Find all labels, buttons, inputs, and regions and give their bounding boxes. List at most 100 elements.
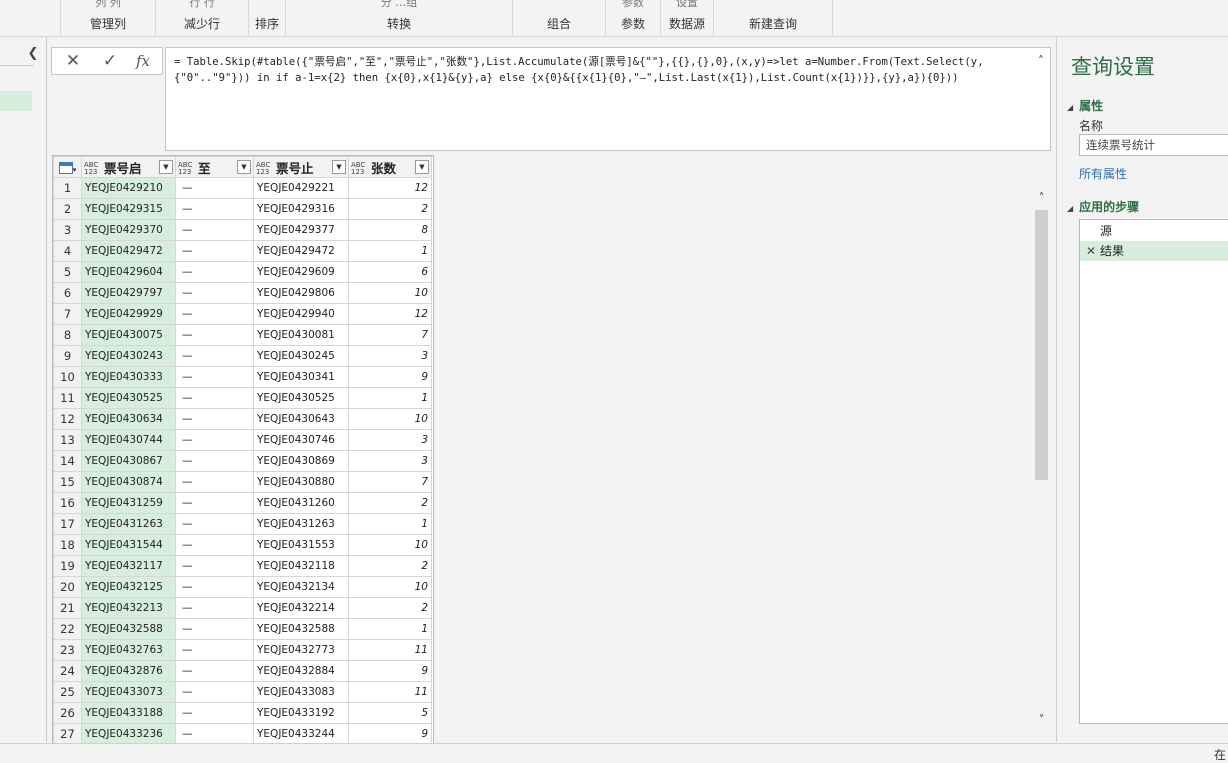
- table-row[interactable]: 23YEQJE0432763—YEQJE043277311: [54, 640, 432, 661]
- cell-ticket-end[interactable]: YEQJE0430525: [254, 388, 349, 409]
- cell-ticket-end[interactable]: YEQJE0432588: [254, 619, 349, 640]
- cell-ticket-end[interactable]: YEQJE0430880: [254, 472, 349, 493]
- cell-ticket-start[interactable]: YEQJE0430634: [82, 409, 176, 430]
- row-number[interactable]: 18: [54, 535, 82, 556]
- formula-bar[interactable]: = Table.Skip(#table({"票号启","至","票号止","张数…: [165, 47, 1051, 151]
- cell-ticket-end[interactable]: YEQJE0430746: [254, 430, 349, 451]
- cell-to[interactable]: —: [176, 430, 254, 451]
- row-number[interactable]: 8: [54, 325, 82, 346]
- cell-ticket-end[interactable]: YEQJE0432134: [254, 577, 349, 598]
- row-number[interactable]: 1: [54, 178, 82, 199]
- row-number[interactable]: 14: [54, 451, 82, 472]
- cell-ticket-end[interactable]: YEQJE0432773: [254, 640, 349, 661]
- cell-to[interactable]: —: [176, 409, 254, 430]
- table-row[interactable]: 5YEQJE0429604—YEQJE04296096: [54, 262, 432, 283]
- column-header[interactable]: ABC123张数▼: [349, 157, 432, 178]
- cell-count[interactable]: 1: [349, 619, 432, 640]
- table-row[interactable]: 8YEQJE0430075—YEQJE04300817: [54, 325, 432, 346]
- cell-to[interactable]: —: [176, 661, 254, 682]
- properties-section-header[interactable]: ◢属性: [1067, 97, 1103, 114]
- cell-ticket-start[interactable]: YEQJE0432763: [82, 640, 176, 661]
- row-number[interactable]: 11: [54, 388, 82, 409]
- cell-to[interactable]: —: [176, 535, 254, 556]
- cell-ticket-end[interactable]: YEQJE0429472: [254, 241, 349, 262]
- cell-count[interactable]: 11: [349, 682, 432, 703]
- cell-ticket-start[interactable]: YEQJE0430867: [82, 451, 176, 472]
- row-number[interactable]: 13: [54, 430, 82, 451]
- cell-count[interactable]: 1: [349, 388, 432, 409]
- cell-ticket-start[interactable]: YEQJE0430525: [82, 388, 176, 409]
- cell-to[interactable]: —: [176, 724, 254, 745]
- row-number[interactable]: 5: [54, 262, 82, 283]
- cell-to[interactable]: —: [176, 346, 254, 367]
- cell-ticket-end[interactable]: YEQJE0429806: [254, 283, 349, 304]
- step-item-selected[interactable]: ✕ 结果: [1080, 241, 1228, 261]
- filter-dropdown-icon[interactable]: ▼: [415, 160, 429, 174]
- cell-ticket-start[interactable]: YEQJE0429370: [82, 220, 176, 241]
- cell-count[interactable]: 11: [349, 640, 432, 661]
- cell-to[interactable]: —: [176, 577, 254, 598]
- cell-count[interactable]: 10: [349, 535, 432, 556]
- cell-ticket-end[interactable]: YEQJE0431553: [254, 535, 349, 556]
- cell-ticket-start[interactable]: YEQJE0433073: [82, 682, 176, 703]
- scrollbar-thumb[interactable]: [1035, 210, 1048, 480]
- row-number[interactable]: 3: [54, 220, 82, 241]
- chevron-up-icon[interactable]: ˄: [1033, 190, 1050, 206]
- table-row[interactable]: 25YEQJE0433073—YEQJE043308311: [54, 682, 432, 703]
- table-row[interactable]: 3YEQJE0429370—YEQJE04293778: [54, 220, 432, 241]
- applied-steps-header[interactable]: ◢应用的步骤: [1067, 198, 1139, 215]
- cell-ticket-end[interactable]: YEQJE0429940: [254, 304, 349, 325]
- cell-count[interactable]: 9: [349, 661, 432, 682]
- table-row[interactable]: 16YEQJE0431259—YEQJE04312602: [54, 493, 432, 514]
- table-row[interactable]: 4YEQJE0429472—YEQJE04294721: [54, 241, 432, 262]
- cell-ticket-start[interactable]: YEQJE0430333: [82, 367, 176, 388]
- table-row[interactable]: 18YEQJE0431544—YEQJE043155310: [54, 535, 432, 556]
- filter-dropdown-icon[interactable]: ▼: [332, 160, 346, 174]
- row-number[interactable]: 26: [54, 703, 82, 724]
- row-number[interactable]: 4: [54, 241, 82, 262]
- cell-ticket-end[interactable]: YEQJE0431263: [254, 514, 349, 535]
- ribbon-group-manage-columns[interactable]: 列 列 管理列: [61, 0, 156, 36]
- table-row[interactable]: 7YEQJE0429929—YEQJE042994012: [54, 304, 432, 325]
- cell-count[interactable]: 1: [349, 514, 432, 535]
- cell-ticket-start[interactable]: YEQJE0430243: [82, 346, 176, 367]
- cell-ticket-end[interactable]: YEQJE0431260: [254, 493, 349, 514]
- cell-to[interactable]: —: [176, 514, 254, 535]
- ribbon-group-sort[interactable]: 排序: [249, 0, 286, 36]
- table-row[interactable]: 12YEQJE0430634—YEQJE043064310: [54, 409, 432, 430]
- table-row[interactable]: 21YEQJE0432213—YEQJE04322142: [54, 598, 432, 619]
- cancel-icon[interactable]: ✕: [58, 50, 88, 72]
- row-number[interactable]: 15: [54, 472, 82, 493]
- row-number[interactable]: 20: [54, 577, 82, 598]
- cell-ticket-start[interactable]: YEQJE0431263: [82, 514, 176, 535]
- cell-count[interactable]: 12: [349, 178, 432, 199]
- cell-count[interactable]: 3: [349, 451, 432, 472]
- column-header[interactable]: ABC123票号止▼: [254, 157, 349, 178]
- filter-dropdown-icon[interactable]: ▼: [237, 160, 251, 174]
- cell-ticket-start[interactable]: YEQJE0429929: [82, 304, 176, 325]
- cell-to[interactable]: —: [176, 220, 254, 241]
- cell-ticket-end[interactable]: YEQJE0432118: [254, 556, 349, 577]
- cell-ticket-start[interactable]: YEQJE0429210: [82, 178, 176, 199]
- ribbon-group-transform[interactable]: 分 …组 转换: [286, 0, 513, 36]
- query-name-input[interactable]: 连续票号统计: [1079, 134, 1228, 156]
- chevron-down-icon[interactable]: ˅: [1033, 712, 1050, 728]
- cell-ticket-start[interactable]: YEQJE0433236: [82, 724, 176, 745]
- cell-to[interactable]: —: [176, 640, 254, 661]
- row-number[interactable]: 2: [54, 199, 82, 220]
- cell-ticket-end[interactable]: YEQJE0430245: [254, 346, 349, 367]
- cell-to[interactable]: —: [176, 388, 254, 409]
- cell-ticket-start[interactable]: YEQJE0429472: [82, 241, 176, 262]
- cell-ticket-end[interactable]: YEQJE0433083: [254, 682, 349, 703]
- table-row[interactable]: 13YEQJE0430744—YEQJE04307463: [54, 430, 432, 451]
- row-number[interactable]: 21: [54, 598, 82, 619]
- chevron-left-icon[interactable]: ❮: [26, 47, 40, 61]
- cell-ticket-start[interactable]: YEQJE0431259: [82, 493, 176, 514]
- cell-ticket-start[interactable]: YEQJE0430075: [82, 325, 176, 346]
- row-number[interactable]: 22: [54, 619, 82, 640]
- row-number[interactable]: 25: [54, 682, 82, 703]
- cell-to[interactable]: —: [176, 178, 254, 199]
- cell-ticket-start[interactable]: YEQJE0431544: [82, 535, 176, 556]
- cell-count[interactable]: 3: [349, 346, 432, 367]
- cell-to[interactable]: —: [176, 682, 254, 703]
